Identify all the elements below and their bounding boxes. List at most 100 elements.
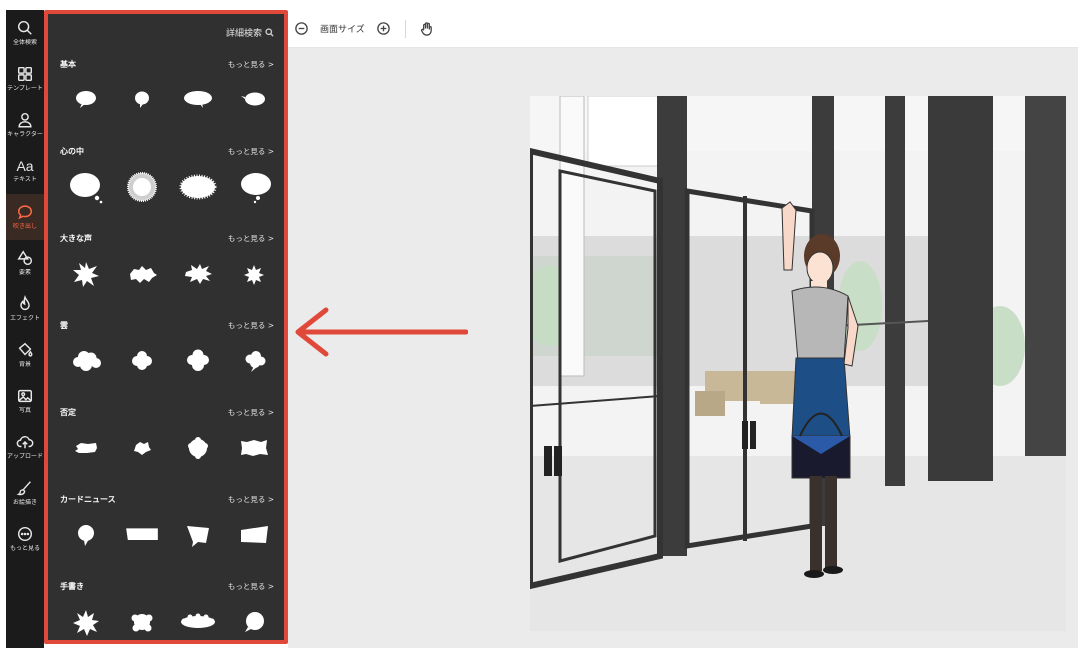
sidebar-item-label: 写真: [18, 407, 31, 414]
pan-hand-button[interactable]: [416, 18, 438, 40]
sidebar-item-drawing[interactable]: お絵描き: [6, 470, 44, 516]
bubble-burst-small[interactable]: [234, 254, 274, 294]
sidebar-item-label: アップロード: [6, 453, 43, 460]
bubble-hand-spiky[interactable]: [66, 602, 106, 640]
sidebar-item-label: エフェクト: [9, 315, 40, 322]
bubble-wavy-round[interactable]: [178, 428, 218, 468]
sidebar-item-effect[interactable]: エフェクト: [6, 286, 44, 332]
see-more-link[interactable]: もっと見る >: [228, 581, 274, 592]
advanced-search-label: 詳細検索: [225, 29, 262, 39]
bubble-small-oval[interactable]: [122, 80, 162, 120]
section-negative: 否定 もっと見る >: [48, 406, 284, 493]
red-arrow-annotation: [295, 307, 468, 357]
sidebar-item-more[interactable]: もっと見る: [6, 516, 44, 562]
section-basic: 基本 もっと見る >: [48, 58, 284, 145]
sidebar-item-label: もっと見る: [9, 545, 40, 552]
sidebar-item-elements[interactable]: 要素: [6, 240, 44, 286]
speech-bubble-icon: [17, 205, 33, 220]
section-title: 心の中: [60, 146, 84, 156]
bubble-radial-lines[interactable]: [122, 167, 162, 207]
section-title: 基本: [60, 59, 76, 69]
bubble-thought[interactable]: [66, 167, 106, 207]
hand-icon: [421, 22, 433, 36]
cloud-upload-icon: [16, 436, 34, 449]
sidebar-item-label: 全体検索: [12, 39, 37, 46]
sidebar-item-template[interactable]: テンプレート: [6, 56, 44, 102]
bubble-thought-right[interactable]: [234, 167, 274, 207]
shapes-icon: [17, 250, 33, 266]
bubble-burst-wide[interactable]: [122, 254, 162, 294]
bubble-hand-round[interactable]: [234, 602, 274, 640]
zoom-out-button[interactable]: [290, 18, 312, 40]
sidebar-rail: 全体検索 テンプレート キャラクター Aa テキスト 吹き出し 要素 エフェクト…: [6, 10, 44, 648]
bubble-jagged-flat[interactable]: [66, 428, 106, 468]
bubble-jagged-small[interactable]: [122, 428, 162, 468]
zoom-in-button[interactable]: [373, 18, 395, 40]
zoom-label[interactable]: 画面サイズ: [320, 22, 365, 35]
advanced-search-button[interactable]: 詳細検索: [226, 26, 274, 39]
section-title: 大きな声: [60, 233, 92, 243]
bubble-rect-rough[interactable]: [234, 428, 274, 468]
see-more-link[interactable]: もっと見る >: [228, 233, 274, 244]
sidebar-item-character[interactable]: キャラクター: [6, 102, 44, 148]
bubble-burst-spiky[interactable]: [178, 254, 218, 294]
bubble-hand-scribble[interactable]: [122, 602, 162, 640]
see-more-link[interactable]: もっと見る >: [228, 320, 274, 331]
section-title: 雲: [60, 320, 68, 330]
office-lobby-illustration: [530, 96, 1066, 631]
search-icon: [17, 20, 32, 35]
toolbar-divider: [404, 19, 406, 38]
zoom-in-icon: [377, 22, 391, 35]
section-title: 手書き: [60, 581, 84, 591]
section-loud-voice: 大きな声 もっと見る >: [48, 232, 284, 319]
bubble-card-trapezoid[interactable]: [234, 515, 274, 555]
see-more-link[interactable]: もっと見る >: [228, 407, 274, 418]
bubble-card-rect[interactable]: [122, 515, 162, 555]
speech-bubble-panel: 詳細検索 基本 もっと見る > 心の中 もっと見る > 大きな声 もっと見る >…: [44, 10, 288, 644]
artboard[interactable]: [530, 96, 1066, 631]
see-more-link[interactable]: もっと見る >: [228, 146, 274, 157]
sidebar-item-speech-bubble[interactable]: 吹き出し: [6, 194, 44, 240]
section-title: 否定: [60, 407, 76, 417]
bubble-cloud-tail[interactable]: [234, 341, 274, 381]
image-icon: [17, 389, 33, 403]
section-handwritten: 手書き もっと見る >: [48, 580, 284, 640]
flame-icon: [20, 295, 30, 311]
sidebar-item-label: 背景: [18, 361, 31, 368]
bubble-cloud-round[interactable]: [178, 341, 218, 381]
person-icon: [18, 112, 32, 128]
bubble-wide-oval[interactable]: [178, 80, 218, 120]
text-aa-icon: Aa: [16, 158, 34, 174]
canvas-toolbar: 画面サイズ: [288, 10, 1078, 48]
sidebar-item-photo[interactable]: 写真: [6, 378, 44, 424]
sidebar-item-label: テンプレート: [7, 85, 43, 92]
bubble-card-round[interactable]: [66, 515, 106, 555]
bubble-card-slant[interactable]: [178, 515, 218, 555]
sidebar-item-label: キャラクター: [7, 131, 43, 138]
bubble-burst-star[interactable]: [66, 254, 106, 294]
bubble-hand-wavy-wide[interactable]: [178, 602, 218, 640]
see-more-link[interactable]: もっと見る >: [228, 494, 274, 505]
sidebar-item-upload[interactable]: アップロード: [6, 424, 44, 470]
section-card-news: カードニュース もっと見る >: [48, 493, 284, 580]
zoom-out-icon: [294, 22, 308, 35]
section-inner-thought: 心の中 もっと見る >: [48, 145, 284, 232]
more-dots-icon: [17, 526, 33, 542]
see-more-link[interactable]: もっと見る >: [228, 59, 274, 70]
bubble-cloud-wide[interactable]: [66, 341, 106, 381]
sidebar-item-background[interactable]: 背景: [6, 332, 44, 378]
sidebar-item-label: 要素: [18, 269, 31, 276]
brush-icon: [16, 481, 31, 496]
sidebar-item-label: お絵描き: [12, 499, 37, 506]
paint-bucket-icon: [18, 342, 33, 357]
bubble-oval-tail-right[interactable]: [234, 80, 274, 120]
bubble-cloud[interactable]: [122, 341, 162, 381]
sidebar-item-label: テキスト: [13, 176, 37, 183]
sidebar-item-label: 吹き出し: [12, 223, 37, 230]
sidebar-item-search[interactable]: 全体検索: [6, 10, 44, 56]
template-grid-icon: [17, 66, 33, 82]
bubble-fuzzy[interactable]: [178, 167, 218, 207]
section-title: カードニュース: [60, 494, 116, 504]
sidebar-item-text[interactable]: Aa テキスト: [6, 148, 44, 194]
bubble-oval-tail-left[interactable]: [66, 80, 106, 120]
